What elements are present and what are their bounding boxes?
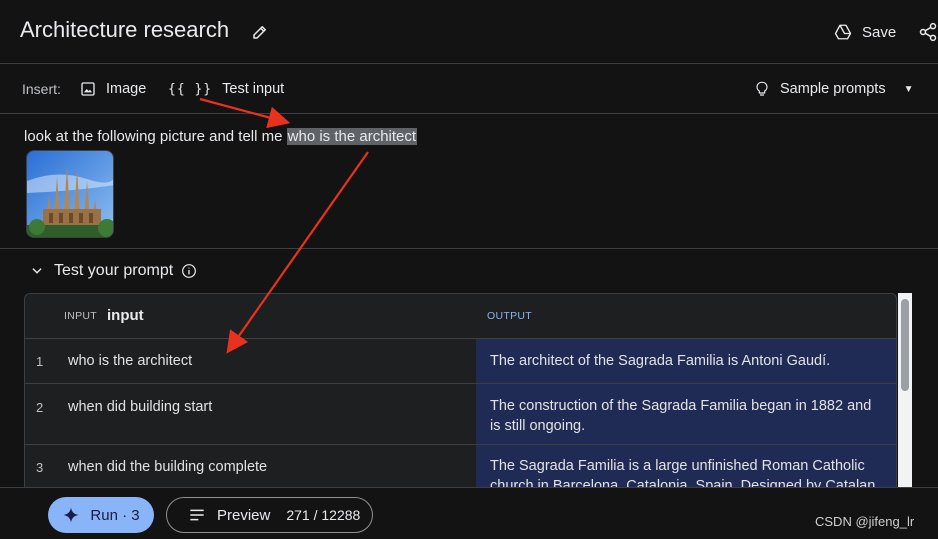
save-label: Save <box>862 23 897 41</box>
pencil-edit-icon[interactable] <box>251 23 269 41</box>
insert-test-input-button[interactable]: {{ }} Test input <box>168 78 284 100</box>
insert-label: Insert: <box>22 81 61 97</box>
save-button[interactable]: Save <box>834 20 896 44</box>
row-input-cell[interactable]: who is the architect <box>68 353 192 369</box>
info-icon[interactable] <box>181 263 197 279</box>
row-output-cell: The architect of the Sagrada Familia is … <box>476 339 896 383</box>
table-row[interactable]: 2 when did building start The constructi… <box>25 384 896 445</box>
sample-prompts-label: Sample prompts <box>780 81 886 97</box>
test-input-table: INPUT input OUTPUT 1 who is the architec… <box>24 293 897 493</box>
row-number: 2 <box>36 400 44 415</box>
prompt-text-plain: look at the following picture and tell m… <box>24 128 287 145</box>
image-icon <box>81 82 95 96</box>
preview-button[interactable]: Preview 271 / 12288 <box>166 497 373 533</box>
prompt-editor[interactable]: look at the following picture and tell m… <box>0 114 938 249</box>
caret-down-icon: ▼ <box>903 83 914 95</box>
run-label: Run · 3 <box>90 506 140 524</box>
run-button[interactable]: Run · 3 <box>48 497 154 533</box>
table-row[interactable]: 3 when did the building complete The Sag… <box>25 445 896 492</box>
sagrada-familia-image <box>27 151 113 237</box>
preview-label: Preview <box>217 506 271 524</box>
watermark: CSDN @jifeng_lr <box>815 514 915 529</box>
insert-toolbar: Insert: Image {{ }} Test input Sample pr… <box>0 64 938 114</box>
sample-prompts-dropdown[interactable]: Sample prompts ▼ <box>754 78 913 100</box>
prompt-image-thumbnail[interactable] <box>26 150 114 238</box>
test-prompt-title: Test your prompt <box>54 262 174 279</box>
table-row[interactable]: 1 who is the architect The architect of … <box>25 339 896 384</box>
lightbulb-icon <box>756 81 768 96</box>
output-column-tag: OUTPUT <box>487 310 532 322</box>
row-number: 1 <box>36 354 44 369</box>
input-column-name[interactable]: input <box>107 307 144 324</box>
table-header: INPUT input OUTPUT <box>25 294 896 339</box>
row-number: 3 <box>36 460 44 475</box>
test-input-label: Test input <box>222 81 285 97</box>
share-icon[interactable] <box>918 22 938 42</box>
prompt-selected-text[interactable]: who is the architect <box>286 128 418 145</box>
image-label: Image <box>106 81 147 97</box>
row-input-cell[interactable]: when did building start <box>68 399 212 415</box>
row-output-cell: The construction of the Sagrada Familia … <box>476 384 896 444</box>
input-column-tag: INPUT <box>64 310 97 322</box>
insert-image-button[interactable]: Image <box>80 78 146 100</box>
drive-icon <box>834 24 852 40</box>
chevron-down-icon <box>32 268 42 274</box>
lines-icon <box>190 509 204 521</box>
table-scrollbar[interactable] <box>898 293 912 493</box>
scrollbar-thumb[interactable] <box>901 299 909 391</box>
app-header: Architecture research Save <box>0 0 938 64</box>
test-prompt-toggle[interactable]: Test your prompt <box>30 260 197 282</box>
token-count: 271 / 12288 <box>286 507 361 523</box>
row-input-cell[interactable]: when did the building complete <box>68 459 267 475</box>
braces-icon: {{ }} <box>168 81 213 97</box>
sparkle-icon <box>63 507 79 523</box>
page-title: Architecture research <box>20 17 230 42</box>
row-output-cell: The Sagrada Familia is a large unfinishe… <box>476 445 896 492</box>
bottom-bar: Run · 3 Preview 271 / 12288 CSDN @jifeng… <box>0 487 938 539</box>
prompt-text[interactable]: look at the following picture and tell m… <box>24 128 418 145</box>
